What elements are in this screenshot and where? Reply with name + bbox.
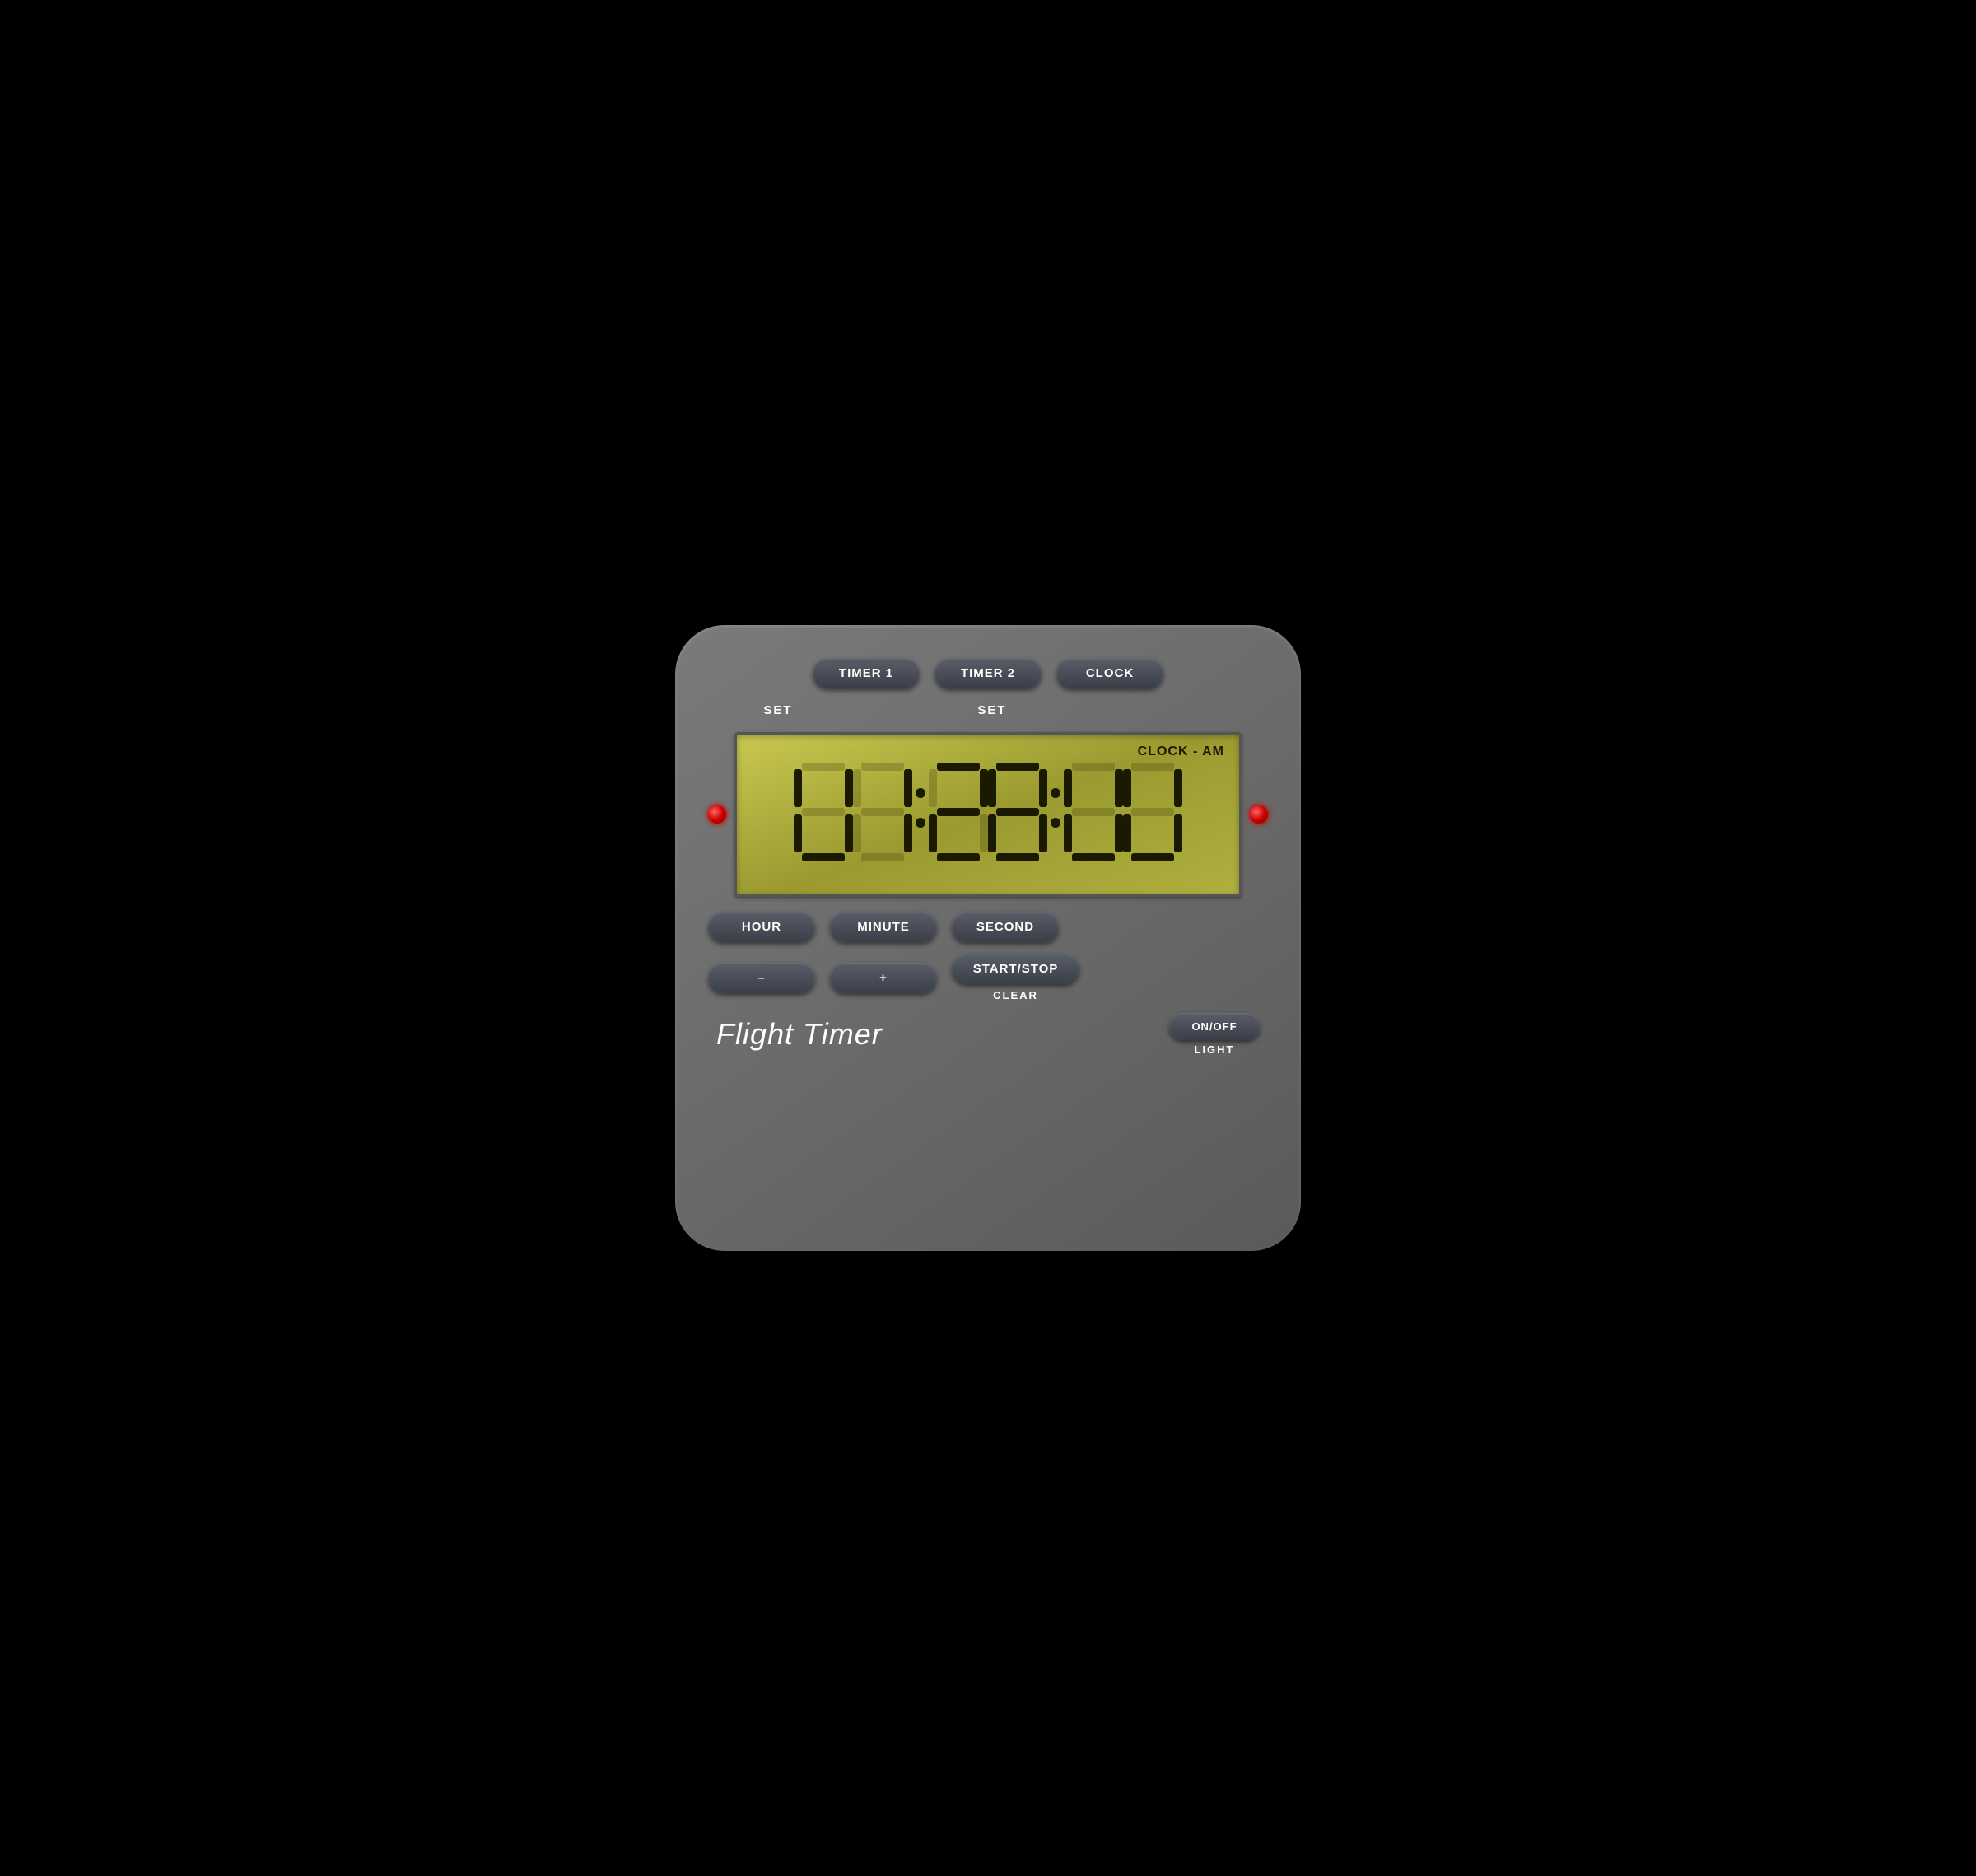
- onoff-group: ON/OFF LIGHT: [1169, 1013, 1260, 1056]
- control-row-2: – + START/STOP CLEAR: [708, 954, 1268, 1001]
- digit-1: [853, 763, 912, 861]
- bottom-section: HOUR MINUTE SECOND – + START/STOP CLEAR …: [708, 912, 1268, 1056]
- hour-button[interactable]: HOUR: [708, 912, 815, 942]
- clear-label: CLEAR: [993, 989, 1038, 1001]
- start-stop-group: START/STOP CLEAR: [952, 954, 1079, 1001]
- minute-button[interactable]: MINUTE: [830, 912, 937, 942]
- digit-3: [988, 763, 1047, 861]
- digit-group-2: [929, 763, 988, 861]
- onoff-button[interactable]: ON/OFF: [1169, 1013, 1260, 1040]
- clock-mode-label: CLOCK - AM: [752, 744, 1224, 759]
- timer2-button[interactable]: TIMER 2: [934, 658, 1042, 688]
- clock-button[interactable]: CLOCK: [1056, 658, 1163, 688]
- digit-group-1: [853, 763, 912, 861]
- plus-button[interactable]: +: [830, 963, 937, 993]
- display-row: CLOCK - AM: [708, 732, 1268, 897]
- timer1-button[interactable]: TIMER 1: [813, 658, 920, 688]
- digit-group-3: [988, 763, 1047, 861]
- light-label: LIGHT: [1195, 1043, 1235, 1056]
- brand-row: Flight Timer ON/OFF LIGHT: [708, 1013, 1268, 1056]
- digit-group-0: [794, 763, 853, 861]
- digit-5: [1123, 763, 1182, 861]
- digit-4: [1064, 763, 1123, 861]
- set-labels-row: SET SET: [708, 703, 1268, 717]
- lcd-time: [752, 763, 1224, 861]
- digit-0: [794, 763, 853, 861]
- set1-label: SET: [725, 703, 832, 717]
- colon-1: [912, 788, 929, 836]
- colon-2: [1047, 788, 1064, 836]
- right-led: [1250, 805, 1268, 824]
- colon-dot-top2: [1051, 788, 1060, 798]
- start-stop-button[interactable]: START/STOP: [952, 954, 1079, 984]
- colon-dot-bottom2: [1051, 818, 1060, 828]
- flight-timer-device: TIMER 1 TIMER 2 CLOCK SET SET CLOCK - AM: [675, 625, 1301, 1251]
- lcd-display: CLOCK - AM: [734, 732, 1242, 897]
- set2-label: SET: [939, 703, 1046, 717]
- control-row-1: HOUR MINUTE SECOND: [708, 912, 1268, 942]
- digit-group-4: [1064, 763, 1123, 861]
- second-button[interactable]: SECOND: [952, 912, 1059, 942]
- left-led: [708, 805, 726, 824]
- minus-button[interactable]: –: [708, 963, 815, 993]
- digit-group-5: [1123, 763, 1182, 861]
- top-mode-buttons: TIMER 1 TIMER 2 CLOCK: [708, 658, 1268, 688]
- digit-2: [929, 763, 988, 861]
- colon-dot-top: [916, 788, 925, 798]
- brand-label: Flight Timer: [716, 1017, 883, 1052]
- colon-dot-bottom: [916, 818, 925, 828]
